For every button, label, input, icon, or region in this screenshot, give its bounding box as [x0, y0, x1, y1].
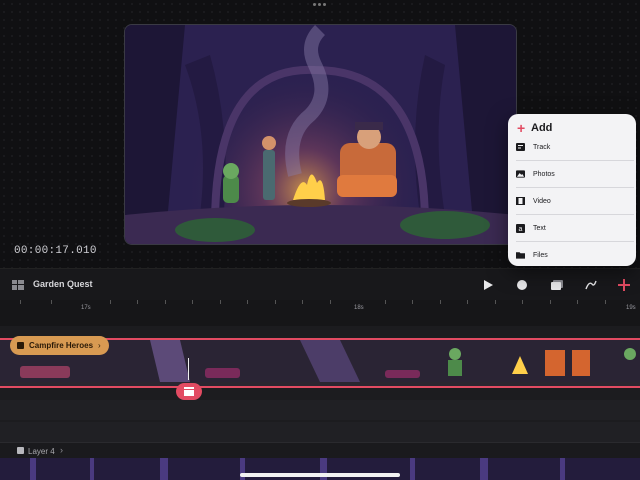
project-grid-icon[interactable]	[12, 280, 24, 290]
menu-item-label: Text	[533, 224, 546, 232]
folder-icon	[516, 251, 525, 260]
project-title[interactable]: Garden Quest	[33, 279, 93, 289]
menu-item-label: Video	[533, 197, 551, 205]
checkbox-icon[interactable]	[17, 447, 24, 454]
checkbox-icon	[17, 342, 24, 349]
home-indicator[interactable]	[240, 473, 400, 477]
timeline-toolbar: Garden Quest	[0, 268, 640, 301]
video-icon	[516, 197, 525, 206]
play-icon	[484, 280, 493, 290]
timeline-tracks[interactable]: Campfire Heroes ›	[0, 326, 640, 446]
menu-item-photos[interactable]: Photos	[508, 161, 636, 187]
record-icon	[517, 280, 527, 290]
svg-text:a: a	[519, 226, 523, 233]
menu-item-label: Files	[533, 251, 548, 259]
play-button[interactable]	[480, 277, 496, 293]
ruler-ticks	[20, 300, 606, 304]
clapper-icon	[184, 387, 194, 396]
layers-button[interactable]	[549, 277, 565, 293]
scene-chip-label: Campfire Heroes	[29, 341, 94, 350]
menu-item-label: Track	[533, 143, 551, 151]
text-icon: a	[516, 223, 525, 233]
playhead-handle[interactable]	[176, 383, 202, 400]
menu-item-video[interactable]: Video	[508, 188, 636, 214]
photos-icon	[516, 170, 525, 179]
add-menu-title: Add	[531, 122, 553, 134]
menu-item-text[interactable]: a Text	[508, 215, 636, 241]
video-preview[interactable]	[124, 24, 517, 245]
add-icon: +	[517, 120, 526, 136]
layer-header[interactable]: Layer 4 ›	[0, 442, 640, 459]
timeline-ruler[interactable]: 17s 18s 19s	[0, 300, 640, 326]
empty-track-lane[interactable]	[0, 400, 640, 420]
layers-icon	[551, 280, 563, 290]
chevron-right-icon: ›	[60, 445, 63, 455]
menu-item-files[interactable]: Files	[508, 242, 636, 266]
playhead-line[interactable]	[188, 358, 189, 380]
layer-label: Layer 4	[28, 447, 55, 456]
chevron-right-icon: ›	[98, 341, 101, 350]
add-icon	[618, 279, 630, 291]
menu-item-track[interactable]: Track	[508, 134, 636, 160]
add-button[interactable]	[616, 277, 632, 293]
draw-button[interactable]	[583, 277, 599, 293]
menu-item-label: Photos	[533, 170, 555, 178]
record-button[interactable]	[514, 277, 530, 293]
add-menu: + Add Track Photos Video a Text Files	[508, 114, 636, 266]
drag-handle[interactable]	[313, 3, 327, 7]
track-icon	[516, 143, 525, 152]
scene-chip[interactable]: Campfire Heroes ›	[10, 336, 109, 355]
timecode-display: 00:00:17.010	[14, 245, 97, 257]
draw-icon	[585, 280, 597, 290]
empty-track-lane[interactable]	[0, 422, 640, 442]
campfire-scene-image	[125, 25, 516, 244]
